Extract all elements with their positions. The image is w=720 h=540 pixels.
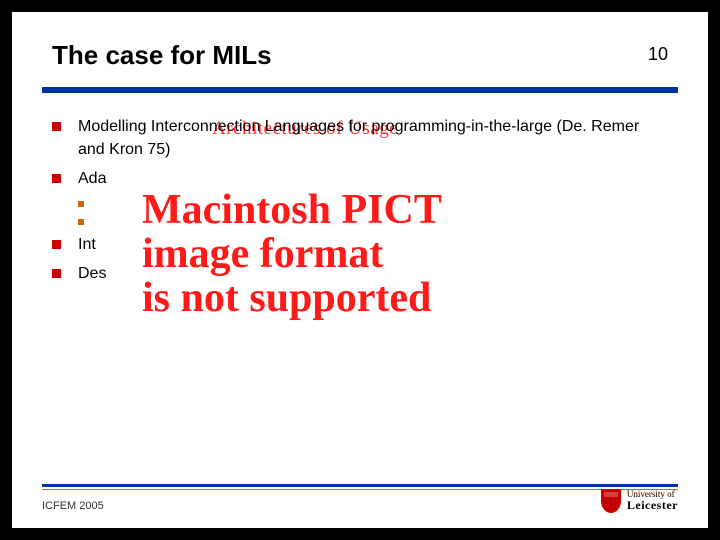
slide: The case for MILs 10 Architectures of Us… [12,12,708,528]
crest-icon [601,489,621,513]
footer-rule-thin [42,489,678,490]
page-number: 10 [648,44,668,65]
bullet-text: Modelling Interconnection Languages for … [78,118,639,158]
slide-title: The case for MILs [52,40,272,71]
footer-rule-thick [42,484,678,487]
university-name: University of Leicester [627,490,678,512]
slide-footer: ICFEM 2005 University of Leicester [42,484,678,514]
university-logo: University of Leicester [601,488,678,514]
bullet-text: Des [78,265,106,282]
bullet-text: Int [78,236,96,253]
pict-error-overlay: Macintosh PICT image format is not suppo… [142,188,582,320]
bullet-text: Ada [78,170,106,187]
conference-name: ICFEM 2005 [42,500,104,512]
list-item: Modelling Interconnection Languages for … [52,115,668,161]
pict-error-line: Macintosh PICT [142,188,582,232]
pict-error-line: image format [142,232,582,276]
pict-error-line: is not supported [142,276,582,320]
slide-header: The case for MILs 10 [12,12,708,79]
university-line2: Leicester [627,499,678,512]
slide-content: Architectures of Usage Modelling Interco… [12,93,708,285]
